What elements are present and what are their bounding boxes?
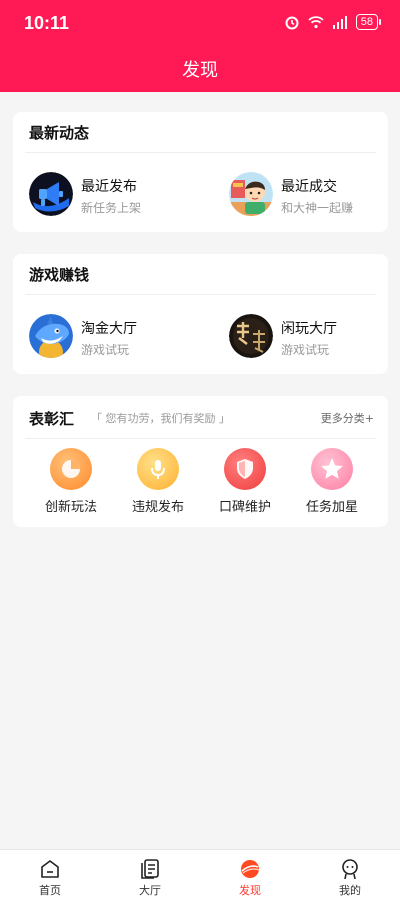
recent-deal-subtitle: 和大神一起赚 [281, 201, 354, 215]
battery-indicator: 58 [355, 14, 382, 30]
gold-hall-item[interactable]: 淘金大厅 游戏试玩 [25, 304, 195, 364]
honor-innovation-label: 创新玩法 [44, 500, 97, 515]
tab-profile[interactable]: 我的 [300, 850, 400, 904]
shark-game-icon [29, 314, 73, 358]
signal-icon [332, 16, 347, 29]
status-icons: 58 [284, 14, 382, 30]
honors-card: 表彰汇 「 您有功劳，我们有奖励 」 更多分类+ 创新玩法 违规发布 口碑维护 … [13, 396, 388, 527]
recent-publish-subtitle: 新任务上架 [81, 201, 142, 215]
latest-card-title: 最新动态 [29, 124, 90, 142]
tab-hall-label: 大厅 [139, 884, 161, 897]
more-categories-link[interactable]: 更多分类+ [321, 410, 374, 426]
honors-card-title: 表彰汇 [29, 410, 75, 428]
gold-hall-title: 淘金大厅 [81, 321, 137, 337]
recent-publish-title: 最近发布 [81, 179, 137, 195]
home-icon [41, 860, 59, 878]
honor-star[interactable]: 任务加星 [292, 448, 372, 515]
star-icon [311, 448, 353, 490]
status-time: 10:11 [24, 13, 70, 33]
status-bar: 10:11 58 [0, 0, 400, 48]
casual-hall-subtitle: 游戏试玩 [281, 343, 330, 357]
tab-discover-label: 发现 [239, 884, 261, 897]
tab-home[interactable]: 首页 [0, 850, 100, 904]
alarm-icon [285, 16, 299, 30]
tab-discover[interactable]: 发现 [200, 850, 300, 904]
microphone-icon [137, 448, 179, 490]
latest-card-header: 最新动态 [25, 112, 376, 153]
gold-hall-subtitle: 游戏试玩 [81, 343, 130, 357]
games-card-title: 游戏赚钱 [29, 266, 90, 284]
games-card: 游戏赚钱 淘金大厅 游戏试玩 闲玩大厅 游戏试玩 [13, 254, 388, 374]
recent-deal-item[interactable]: 最近成交 和大神一起赚 [225, 162, 395, 222]
tab-hall[interactable]: 大厅 [100, 850, 200, 904]
cartoon-avatar [229, 172, 273, 216]
bottom-tab-bar: 首页 大厅 发现 我的 [0, 849, 400, 904]
recent-publish-item[interactable]: 最近发布 新任务上架 [25, 162, 195, 222]
nav-bar: 发现 [0, 48, 400, 92]
page-title: 发现 [182, 60, 218, 81]
honor-star-label: 任务加星 [305, 500, 358, 515]
recent-deal-title: 最近成交 [281, 179, 337, 195]
pie-chart-icon [50, 448, 92, 490]
shield-icon [224, 448, 266, 490]
honor-innovation[interactable]: 创新玩法 [31, 448, 111, 515]
profile-icon [342, 859, 358, 880]
wulin-game-icon [229, 314, 273, 358]
megaphone-icon [29, 172, 73, 216]
honors-slogan: 「 您有功劳，我们有奖励 」 [91, 412, 230, 425]
honor-reputation-label: 口碑维护 [218, 500, 271, 515]
games-card-header: 游戏赚钱 [25, 254, 376, 295]
honors-card-header: 表彰汇 「 您有功劳，我们有奖励 」 更多分类+ [25, 396, 376, 439]
tab-profile-label: 我的 [339, 884, 361, 897]
casual-hall-item[interactable]: 闲玩大厅 游戏试玩 [225, 304, 395, 364]
casual-hall-title: 闲玩大厅 [281, 321, 337, 337]
honor-violation[interactable]: 违规发布 [118, 448, 198, 515]
hall-icon [141, 859, 159, 879]
latest-card: 最新动态 最近发布 新任务上架 最近成交 和大神一起赚 [13, 112, 388, 232]
wifi-icon [308, 16, 324, 29]
honor-reputation[interactable]: 口碑维护 [205, 448, 285, 515]
tab-home-label: 首页 [39, 884, 61, 897]
discover-icon [241, 860, 260, 878]
honor-violation-label: 违规发布 [131, 500, 184, 515]
